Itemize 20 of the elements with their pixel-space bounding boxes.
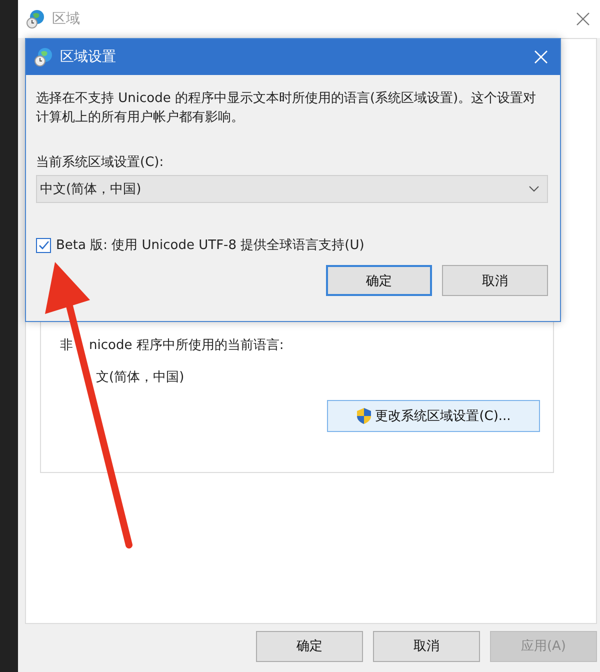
chevron-down-icon [529,186,539,192]
change-locale-button[interactable]: 更改系统区域设置(C)... [327,400,540,432]
current-language-value: 文(简体，中国) [96,369,186,386]
beta-checkbox-label: Beta 版: 使用 Unicode UTF-8 提供全球语言支持(U) [56,237,364,254]
footer-button[interactable]: 取消 [373,630,480,662]
footer-button[interactable]: 确定 [256,630,363,662]
description-text: 选择在不支持 Unicode 的程序中显示文本时所使用的语言(系统区域设置)。这个设置对计算机上的所有用户帐户都有影响。 [36,90,538,127]
close-icon[interactable] [576,12,590,26]
shield-icon [356,407,372,425]
label-text-fragment: 非 [60,337,73,354]
globe-icon [34,47,54,67]
locale-label: 当前系统区域设置(C): [36,154,165,171]
dialog-title: 区域设置 [60,48,117,66]
window-title: 区域 [52,10,81,28]
dialog-button[interactable]: 取消 [442,265,548,296]
label-text-fragment: nicode 程序中所使用的当前语言: [89,337,284,354]
locale-dropdown[interactable]: 中文(简体，中国) [36,175,548,203]
globe-icon [26,9,46,29]
beta-checkbox[interactable] [36,238,51,252]
dialog-button[interactable]: 确定 [326,265,432,296]
